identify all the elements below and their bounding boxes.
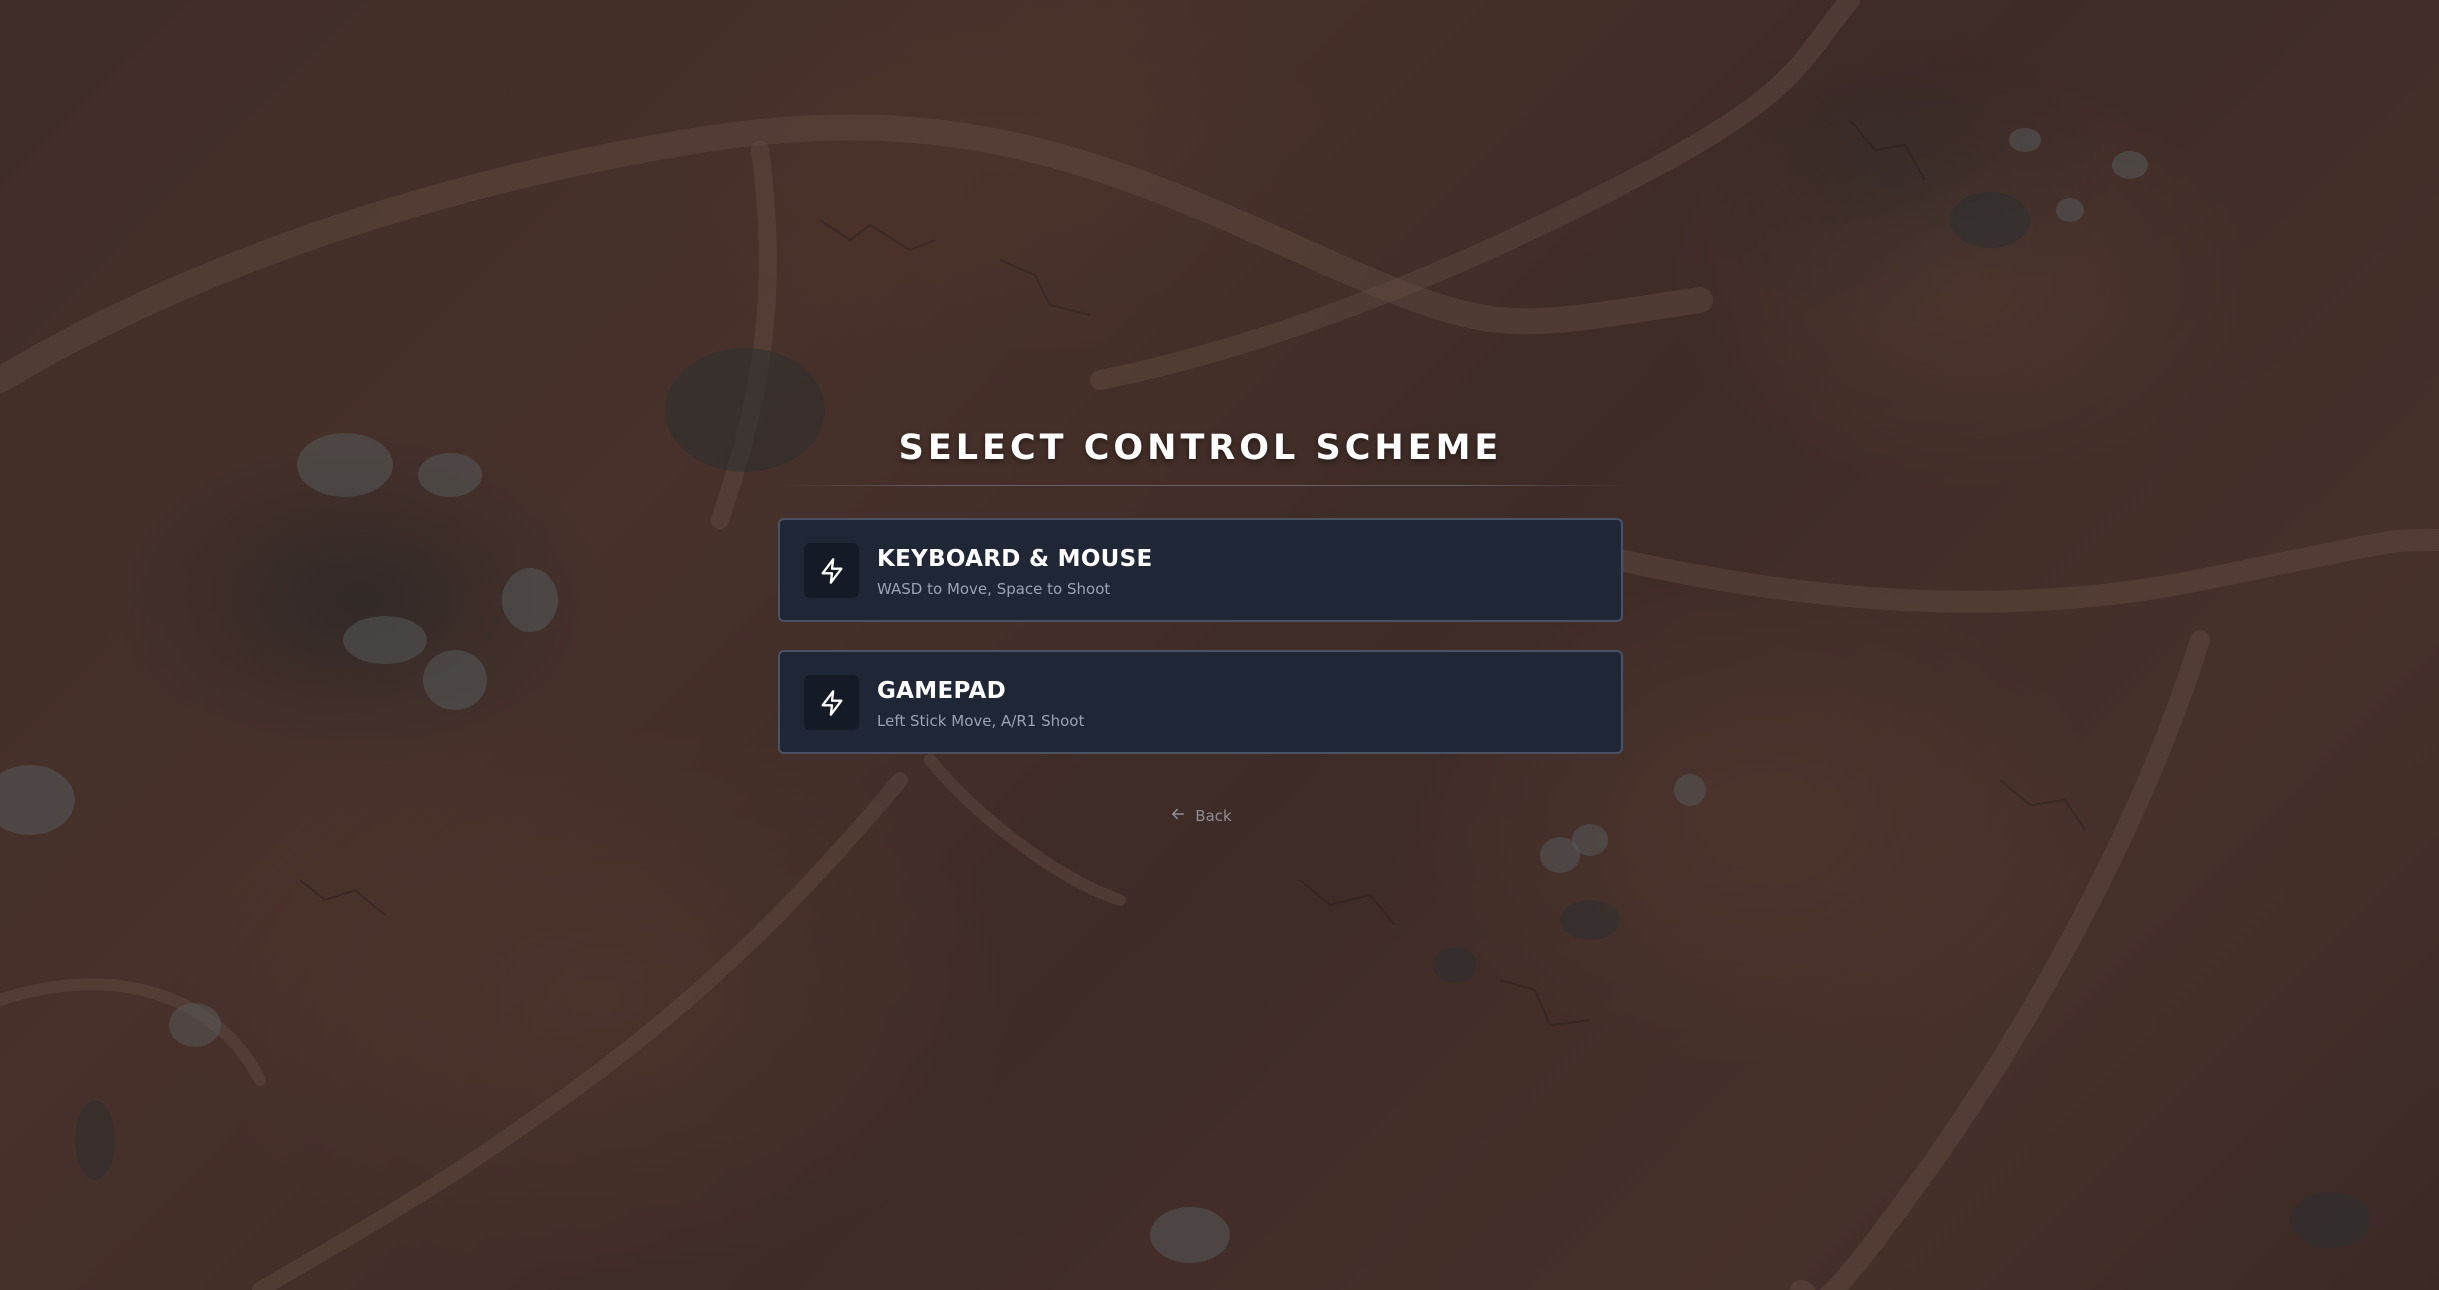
dim-overlay [0,0,2439,1290]
option-description: WASD to Move, Space to Shoot [877,580,1111,598]
page-title: SELECT CONTROL SCHEME [898,428,1503,468]
arrow-left-icon [1169,805,1187,827]
back-label: Back [1195,807,1232,825]
keyboard-mouse-option-button[interactable]: KEYBOARD & MOUSE WASD to Move, Space to … [778,518,1623,622]
lightning-bolt-icon [804,543,859,598]
option-label: KEYBOARD & MOUSE [877,546,1153,572]
option-description: Left Stick Move, A/R1 Shoot [877,712,1085,730]
lightning-bolt-icon [804,675,859,730]
title-divider [777,485,1624,486]
option-label: GAMEPAD [877,678,1007,704]
back-button[interactable]: Back [777,805,1624,827]
gamepad-option-button[interactable]: GAMEPAD Left Stick Move, A/R1 Shoot [778,650,1623,754]
game-screen: SELECT CONTROL SCHEME KEYBOARD & MOUSE W… [0,0,2439,1290]
